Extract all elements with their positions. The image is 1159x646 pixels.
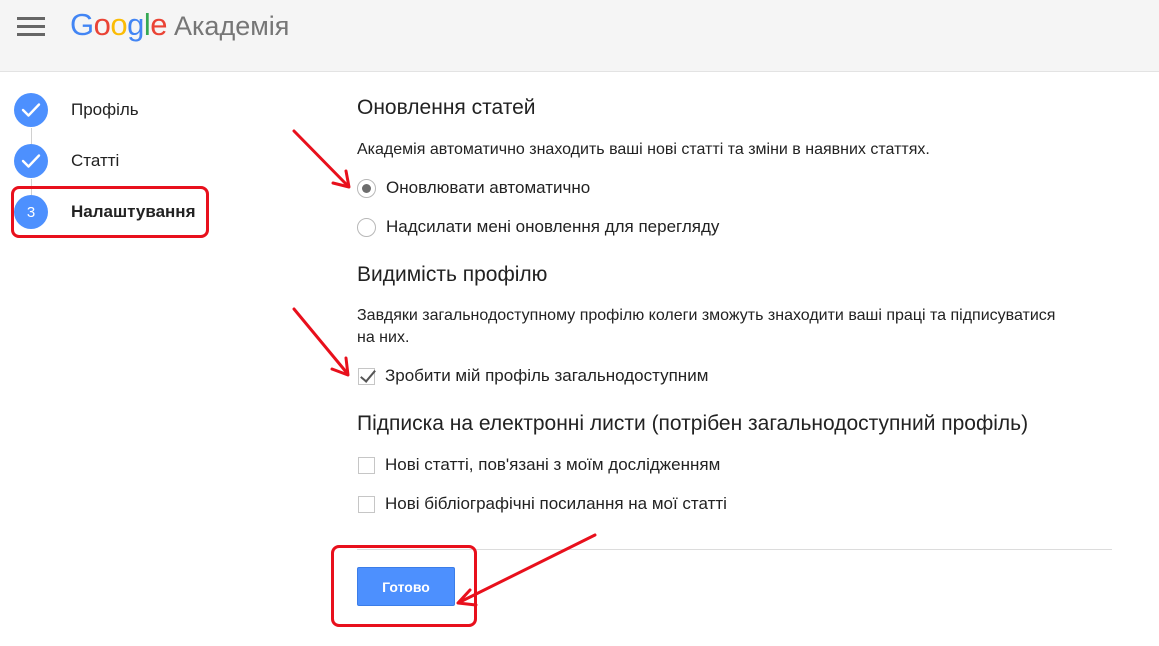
annotation-highlight-box [11,186,209,238]
checkbox-public-profile[interactable]: Зробити мій профіль загальнодоступним [357,365,708,387]
updates-description: Академія автоматично знаходить ваші нові… [357,141,930,158]
annotation-arrow [292,129,350,188]
checkbox[interactable] [358,456,375,474]
google-scholar-logo[interactable]: Google Академія [70,7,289,47]
annotation-highlight-box [331,545,477,627]
checkbox-new-citations[interactable]: Нові бібліографічні посилання на мої ста… [357,493,727,515]
logo-letter: g [127,7,144,42]
section-title-updates: Оновлення статей [357,96,536,119]
option-label: Оновлювати автоматично [386,178,591,197]
checkmark-icon [14,144,48,178]
annotation-arrow-head [330,356,350,377]
logo-letter: o [93,7,111,42]
section-title-visibility: Видимість профілю [357,263,548,286]
logo-letter: o [110,7,128,42]
step-label: Профіль [71,100,139,119]
logo-letter: G [70,7,94,42]
hamburger-menu-icon[interactable] [17,17,45,37]
step-profile[interactable]: Профіль [14,93,139,127]
step-connector [31,128,32,144]
section-title-email: Підписка на електронні листи (потрібен з… [357,412,1029,435]
annotation-arrow-head [331,169,351,189]
option-label: Зробити мій профіль загальнодоступним [385,366,709,385]
app-header: Google Академія [0,0,1159,72]
logo-letter: e [150,7,168,42]
option-label: Нові статті, пов'язані з моїм дослідженн… [385,455,721,474]
step-label: Статті [71,151,120,170]
product-name: Академія [174,11,290,41]
annotation-arrow [458,533,597,604]
radio-button[interactable] [357,217,376,237]
step-articles[interactable]: Статті [14,144,119,178]
checkbox-new-articles[interactable]: Нові статті, пов'язані з моїм дослідженн… [357,454,720,476]
radio-button[interactable] [357,178,376,198]
option-label: Надсилати мені оновлення для перегляду [386,217,720,236]
visibility-description: Завдяки загальнодоступному профілю колег… [357,307,1056,346]
checkbox[interactable] [358,367,375,385]
radio-send-updates-for-review[interactable]: Надсилати мені оновлення для перегляду [357,216,719,238]
option-label: Нові бібліографічні посилання на мої ста… [385,494,727,513]
checkbox[interactable] [358,495,375,513]
annotation-arrow [292,307,349,375]
google-wordmark: Google [70,7,168,43]
checkmark-icon [14,93,48,127]
radio-update-automatically[interactable]: Оновлювати автоматично [357,177,590,199]
